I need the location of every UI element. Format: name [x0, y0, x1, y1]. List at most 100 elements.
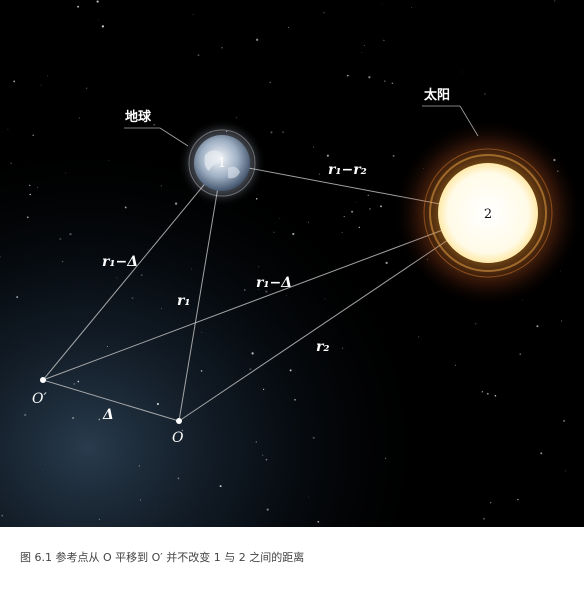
- star: [201, 331, 202, 333]
- star: [363, 44, 366, 47]
- star: [77, 5, 80, 8]
- star: [536, 325, 539, 328]
- star: [177, 477, 180, 480]
- star: [490, 502, 492, 504]
- star: [98, 518, 101, 521]
- star: [61, 260, 64, 263]
- star: [262, 454, 264, 456]
- star: [341, 347, 344, 350]
- star: [131, 297, 134, 299]
- star: [351, 210, 354, 213]
- star: [192, 14, 194, 15]
- star: [13, 80, 16, 83]
- star: [69, 232, 72, 236]
- star: [235, 116, 238, 119]
- star: [317, 520, 320, 523]
- star: [273, 231, 275, 233]
- star: [124, 206, 127, 209]
- star: [481, 390, 484, 393]
- star: [385, 457, 387, 459]
- star: [140, 274, 143, 276]
- star: [266, 508, 269, 511]
- star: [86, 87, 88, 89]
- sun: 2: [393, 118, 583, 308]
- star: [292, 232, 295, 236]
- star: [219, 485, 222, 488]
- star: [24, 413, 27, 417]
- star: [368, 76, 371, 79]
- star: [324, 298, 326, 300]
- star: [383, 39, 385, 42]
- star: [519, 353, 521, 355]
- star: [243, 289, 246, 291]
- star: [78, 117, 81, 119]
- star: [116, 277, 118, 279]
- star: [200, 370, 203, 372]
- body-2-label: 2: [484, 207, 492, 222]
- star: [484, 93, 486, 95]
- star: [294, 398, 296, 401]
- star: [96, 0, 99, 3]
- star: [160, 308, 162, 309]
- star: [361, 52, 363, 53]
- star: [474, 322, 477, 325]
- star: [517, 498, 519, 501]
- star: [156, 402, 159, 406]
- star: [153, 123, 156, 126]
- star: [77, 380, 80, 383]
- star: [138, 465, 141, 467]
- star: [494, 394, 497, 397]
- star: [287, 26, 290, 28]
- star: [343, 215, 345, 218]
- star: [410, 7, 412, 9]
- body-1-label: 1: [218, 156, 226, 171]
- label-r1-minus-r2: r₁−r₂: [328, 162, 367, 178]
- label-r1-minus-delta-mid: r₁−Δ: [256, 275, 292, 291]
- label-r1: r₁: [177, 293, 191, 309]
- star: [346, 74, 349, 77]
- star: [307, 221, 309, 223]
- star: [312, 146, 315, 148]
- star: [383, 80, 386, 83]
- star: [308, 496, 309, 498]
- star: [286, 295, 287, 296]
- star: [289, 369, 292, 372]
- star: [255, 38, 259, 41]
- label-r2: r₂: [316, 339, 330, 355]
- space-scene: 2 1 地球 太阳 r₁−r₂ r₁−Δ r₁−Δ r₁ r₂ Δ O′ O: [0, 0, 584, 527]
- figure-caption: 图 6.1 参考点从 O 平移到 O′ 并不改变 1 与 2 之间的距离: [20, 551, 305, 564]
- star: [418, 336, 420, 338]
- star: [391, 82, 394, 85]
- star: [98, 418, 101, 421]
- star: [562, 419, 566, 423]
- star: [73, 382, 76, 385]
- star: [380, 205, 382, 208]
- star: [26, 216, 29, 219]
- star: [355, 202, 357, 203]
- star: [251, 352, 254, 355]
- star: [270, 131, 273, 134]
- star: [160, 185, 162, 187]
- label-o: O: [172, 430, 184, 446]
- star: [7, 128, 9, 130]
- star: [155, 503, 157, 505]
- star: [269, 81, 271, 84]
- diagram-figure: 2 1 地球 太阳 r₁−r₂ r₁−Δ r₁−Δ r₁ r₂ Δ O′ O: [0, 0, 584, 527]
- star: [139, 499, 141, 501]
- star: [147, 249, 149, 251]
- point-o: [176, 418, 182, 424]
- label-r1-minus-delta-left: r₁−Δ: [102, 254, 138, 270]
- star: [381, 3, 383, 5]
- star: [1, 514, 4, 517]
- star: [255, 198, 258, 200]
- star: [278, 218, 280, 219]
- star: [106, 345, 108, 348]
- star: [44, 463, 46, 465]
- star: [29, 193, 31, 196]
- star: [40, 84, 42, 86]
- star: [174, 202, 178, 205]
- star: [540, 452, 543, 455]
- star: [461, 71, 463, 73]
- star: [16, 296, 19, 299]
- star: [341, 232, 343, 233]
